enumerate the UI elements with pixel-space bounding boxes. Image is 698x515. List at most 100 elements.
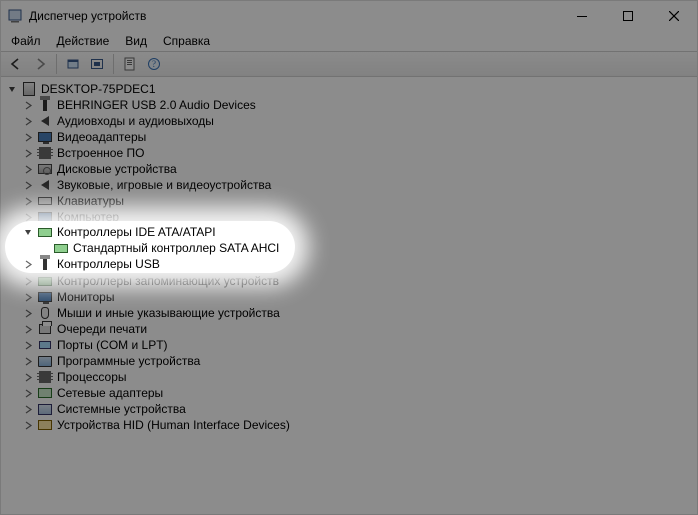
usb-audio-icon (37, 97, 53, 113)
chevron-right-icon[interactable] (21, 418, 35, 432)
tree-item[interactable]: Компьютер (5, 209, 697, 225)
tree-root[interactable]: DESKTOP-75PDEC1 (5, 81, 697, 97)
toolbar-back-button[interactable] (5, 53, 27, 75)
hid-icon (37, 417, 53, 433)
tree-item[interactable]: Встроенное ПО (5, 145, 697, 161)
tree-item[interactable]: Очереди печати (5, 321, 697, 337)
chevron-right-icon[interactable] (21, 402, 35, 416)
tree-item[interactable]: Процессоры (5, 369, 697, 385)
tree-item[interactable]: Аудиовходы и аудиовыходы (5, 113, 697, 129)
disk-drive-icon (37, 161, 53, 177)
minimize-icon (577, 11, 587, 21)
tree-item-label: Системные устройства (57, 401, 186, 417)
device-tree[interactable]: DESKTOP-75PDEC1 BEHRINGER USB 2.0 Audio … (1, 77, 697, 514)
tree-item[interactable]: Системные устройства (5, 401, 697, 417)
sound-video-game-icon (37, 177, 53, 193)
computer-icon (21, 81, 37, 97)
chevron-right-icon[interactable] (21, 114, 35, 128)
menu-help[interactable]: Справка (155, 32, 218, 50)
minimize-button[interactable] (559, 1, 605, 31)
menubar: Файл Действие Вид Справка (1, 31, 697, 51)
chevron-right-icon[interactable] (21, 258, 35, 272)
tree-item-label: Дисковые устройства (57, 161, 177, 177)
chevron-down-icon[interactable] (5, 82, 19, 96)
chevron-right-icon[interactable] (21, 290, 35, 304)
scan-icon (66, 57, 80, 71)
tree-item-sata-ahci[interactable]: Стандартный контроллер SATA AHCI (5, 241, 697, 257)
tree-item-label: Процессоры (57, 369, 127, 385)
close-button[interactable] (651, 1, 697, 31)
help-icon: ? (147, 57, 161, 71)
chevron-right-icon[interactable] (21, 162, 35, 176)
sata-controller-icon (53, 241, 69, 257)
computer-category-icon (37, 209, 53, 225)
tree-item[interactable]: Контроллеры запоминающих устройств (5, 273, 697, 289)
tree-item-label: Контроллеры IDE ATA/ATAPI (57, 225, 216, 241)
network-adapter-icon (37, 385, 53, 401)
toolbar: ? (1, 51, 697, 77)
system-device-icon (37, 401, 53, 417)
menu-view[interactable]: Вид (117, 32, 155, 50)
arrow-right-icon (33, 57, 47, 71)
tree-item-label: Видеоадаптеры (57, 129, 146, 145)
chevron-right-icon[interactable] (21, 338, 35, 352)
maximize-button[interactable] (605, 1, 651, 31)
mouse-icon (37, 305, 53, 321)
toolbar-show-hidden-button[interactable] (62, 53, 84, 75)
tree-item[interactable]: Порты (COM и LPT) (5, 337, 697, 353)
tree-item[interactable]: BEHRINGER USB 2.0 Audio Devices (5, 97, 697, 113)
monitor-icon (37, 289, 53, 305)
ide-controller-icon (37, 225, 53, 241)
chevron-right-icon[interactable] (21, 98, 35, 112)
tree-item[interactable]: Сетевые адаптеры (5, 385, 697, 401)
tree-item-label: Сетевые адаптеры (57, 385, 163, 401)
tree-item-label: Мыши и иные указывающие устройства (57, 305, 280, 321)
tree-item[interactable]: Видеоадаптеры (5, 129, 697, 145)
chevron-right-icon[interactable] (21, 370, 35, 384)
tree-item-label: Программные устройства (57, 353, 200, 369)
close-icon (669, 11, 679, 21)
toolbar-properties-button[interactable] (119, 53, 141, 75)
tree-item[interactable]: Дисковые устройства (5, 161, 697, 177)
chevron-right-icon[interactable] (21, 194, 35, 208)
titlebar: Диспетчер устройств (1, 1, 697, 31)
menu-action[interactable]: Действие (49, 32, 118, 50)
chevron-right-icon[interactable] (21, 386, 35, 400)
tree-item[interactable]: Звуковые, игровые и видеоустройства (5, 177, 697, 193)
chevron-right-icon[interactable] (21, 274, 35, 288)
chevron-right-icon[interactable] (21, 130, 35, 144)
device-manager-window: Диспетчер устройств Файл Действие Вид Сп… (0, 0, 698, 515)
firmware-icon (37, 145, 53, 161)
tree-item[interactable]: Контроллеры USB (5, 257, 697, 273)
chevron-right-icon[interactable] (21, 322, 35, 336)
tree-item-label: BEHRINGER USB 2.0 Audio Devices (57, 97, 256, 113)
tree-item[interactable]: Программные устройства (5, 353, 697, 369)
keyboard-icon (37, 193, 53, 209)
chevron-right-icon[interactable] (21, 146, 35, 160)
processor-icon (37, 369, 53, 385)
chevron-right-icon[interactable] (21, 354, 35, 368)
storage-controller-icon (37, 273, 53, 289)
toolbar-help-button[interactable]: ? (143, 53, 165, 75)
toolbar-forward-button[interactable] (29, 53, 51, 75)
window-controls (559, 1, 697, 31)
tree-item[interactable]: Мыши и иные указывающие устройства (5, 305, 697, 321)
menu-file[interactable]: Файл (3, 32, 49, 50)
properties-icon (123, 57, 137, 71)
tree-item-label: Звуковые, игровые и видеоустройства (57, 177, 271, 193)
tree-item[interactable]: Клавиатуры (5, 193, 697, 209)
chevron-down-icon[interactable] (21, 226, 35, 240)
tree-item-label: Контроллеры USB (57, 257, 160, 273)
toolbar-refresh-button[interactable] (86, 53, 108, 75)
chevron-right-icon[interactable] (21, 210, 35, 224)
chevron-right-icon[interactable] (21, 178, 35, 192)
tree-item[interactable]: Мониторы (5, 289, 697, 305)
refresh-icon (90, 57, 104, 71)
tree-item-label: Мониторы (57, 289, 114, 305)
print-queue-icon (37, 321, 53, 337)
tree-item-ide-ata[interactable]: Контроллеры IDE ATA/ATAPI (5, 225, 697, 241)
tree-item-label: Устройства HID (Human Interface Devices) (57, 417, 290, 433)
display-adapter-icon (37, 129, 53, 145)
tree-item[interactable]: Устройства HID (Human Interface Devices) (5, 417, 697, 433)
chevron-right-icon[interactable] (21, 306, 35, 320)
